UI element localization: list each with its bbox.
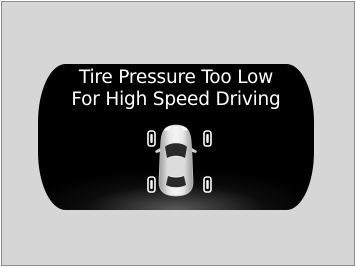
screenshot-frame: Tire Pressure Too Low For High Speed Dri… — [1, 1, 355, 266]
tire-rear-left-icon — [147, 176, 156, 193]
tire-rear-right-icon — [203, 176, 212, 193]
instrument-display: Tire Pressure Too Low For High Speed Dri… — [38, 64, 314, 210]
tire-front-right-icon — [203, 130, 212, 147]
car-top-view-icon — [155, 124, 197, 197]
tire-front-left-icon — [147, 130, 156, 147]
tire-pressure-diagram — [147, 124, 212, 197]
